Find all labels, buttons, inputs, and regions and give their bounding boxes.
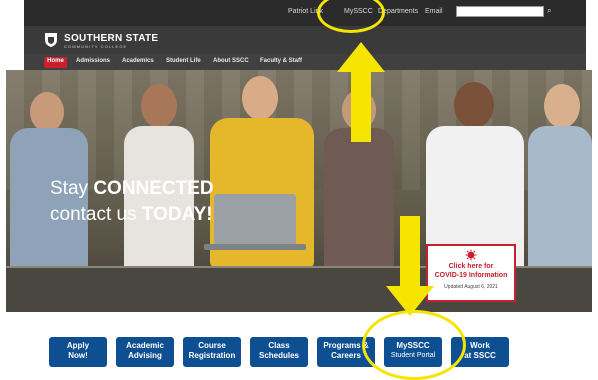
- apply-now-line2: Now!: [68, 351, 88, 360]
- search-input[interactable]: [456, 6, 544, 17]
- course-registration-line2: Registration: [188, 351, 236, 360]
- down-arrow-icon: [386, 216, 434, 316]
- hero-headline-line1-prefix: Stay: [50, 178, 94, 199]
- covid-line1: Click here for: [448, 263, 494, 270]
- college-shield-logo[interactable]: [44, 32, 58, 48]
- course-registration-button[interactable]: Course Registration: [183, 337, 241, 367]
- laptop-image: [214, 194, 296, 246]
- academic-advising-button[interactable]: Academic Advising: [116, 337, 174, 367]
- nav-item-about[interactable]: About SSCC: [213, 58, 249, 64]
- class-schedules-line1: Class: [268, 341, 290, 350]
- nav-item-home-label: Home: [47, 58, 64, 64]
- up-arrow-icon: [337, 42, 385, 142]
- college-subtitle: COMMUNITY COLLEGE: [64, 44, 128, 49]
- apply-now-button[interactable]: Apply Now!: [49, 337, 107, 367]
- academic-advising-line2: Advising: [128, 351, 162, 360]
- nav-item-academics[interactable]: Academics: [122, 58, 154, 64]
- nav-item-admissions[interactable]: Admissions: [76, 58, 110, 64]
- annotation-ellipse-bottom: [362, 310, 466, 380]
- covid-line2: COVID-19 Information: [434, 272, 508, 279]
- nav-item-faculty-staff[interactable]: Faculty & Staff: [260, 58, 302, 64]
- virus-icon: [465, 249, 477, 261]
- quick-links-row: Apply Now! Academic Advising Course Regi…: [0, 312, 598, 373]
- hero-headline-line1-bold: CONNECTED: [93, 178, 214, 199]
- college-name[interactable]: SOUTHERN STATE: [64, 33, 158, 44]
- page: Patriot Link MySSCC Departments Email ⌕ …: [0, 0, 598, 380]
- covid-info-card[interactable]: Click here for COVID-19 Information Upda…: [426, 244, 516, 302]
- utility-bar: Patriot Link MySSCC Departments Email ⌕: [24, 0, 586, 26]
- nav-item-student-life[interactable]: Student Life: [166, 58, 201, 64]
- main-nav: Home Admissions Academics Student Life A…: [24, 54, 586, 70]
- email-link[interactable]: Email: [425, 8, 443, 15]
- hero-headline-line1: Stay CONNECTED: [50, 178, 214, 200]
- class-schedules-line2: Schedules: [258, 351, 299, 360]
- covid-updated-date: Updated August 6, 2021: [444, 284, 498, 290]
- hero-headline-line2-bold: TODAY!: [141, 204, 213, 225]
- logo-band: SOUTHERN STATE COMMUNITY COLLEGE: [24, 26, 586, 54]
- search-icon[interactable]: ⌕: [547, 5, 557, 17]
- academic-advising-line1: Academic: [126, 341, 164, 350]
- class-schedules-button[interactable]: Class Schedules: [250, 337, 308, 367]
- course-registration-line1: Course: [198, 341, 226, 350]
- apply-now-line1: Apply: [66, 341, 90, 350]
- laptop-base-image: [204, 244, 306, 250]
- hero-headline-line2: contact us TODAY!: [50, 204, 213, 226]
- hero-headline-line2-prefix: contact us: [50, 204, 142, 225]
- nav-item-home[interactable]: Home: [44, 57, 67, 68]
